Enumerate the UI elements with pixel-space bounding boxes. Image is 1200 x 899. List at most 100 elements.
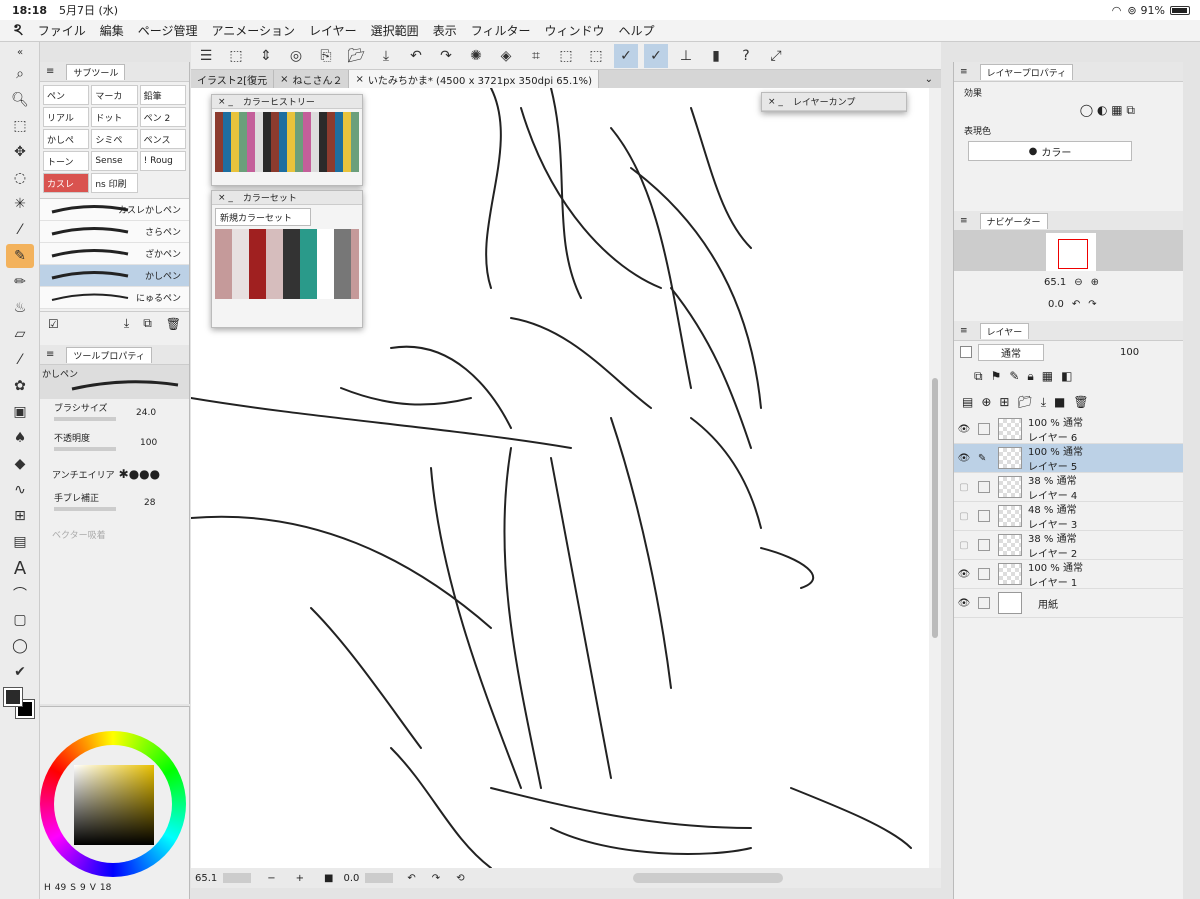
crop-icon[interactable]: ⬚ <box>584 44 608 68</box>
delete-layer-icon[interactable]: 🗑︎ <box>1073 395 1088 409</box>
clear-icon[interactable]: ✺ <box>464 44 488 68</box>
reset-rotate-icon[interactable]: ⟲ <box>456 873 464 884</box>
edit-target-checkbox[interactable] <box>978 568 990 580</box>
eye-icon[interactable]: 👁︎ <box>954 598 974 609</box>
brush-size-slider[interactable] <box>54 417 116 421</box>
brush-item[interactable]: にゅるペン <box>40 287 189 309</box>
subtool-group[interactable]: シミペ <box>91 129 138 149</box>
transform-selection-icon[interactable]: ⌗ <box>524 44 548 68</box>
eye-hidden-icon[interactable]: ▢ <box>954 511 974 522</box>
eye-icon[interactable]: 👁︎ <box>954 569 974 580</box>
ruler-icon[interactable]: ⊥ <box>674 44 698 68</box>
subtool-group[interactable]: Sense <box>91 151 138 171</box>
color-mode-select[interactable]: ● カラー <box>968 141 1132 161</box>
open-icon[interactable]: 📂︎ <box>344 44 368 68</box>
airbrush-icon[interactable]: ♨ <box>6 296 34 320</box>
collapse-icon[interactable]: « <box>6 44 34 60</box>
new-vector-icon[interactable]: ⊞ <box>999 395 1009 409</box>
clip-icon[interactable]: ◎ <box>284 44 308 68</box>
app-logo-icon[interactable]: ঽ <box>14 17 23 44</box>
horizontal-scrollbar[interactable] <box>632 873 783 883</box>
layer-menu-icon[interactable]: ▤ <box>962 395 973 409</box>
antialias-options[interactable]: ✱●●● <box>119 467 160 481</box>
grip-icon[interactable]: ≡ <box>960 326 968 336</box>
tab-illust2[interactable]: イラスト2[復元 <box>191 70 275 88</box>
brush-item[interactable]: カスレかしペン <box>40 199 189 221</box>
menu-layer[interactable]: レイヤー <box>309 22 357 39</box>
edit-target-checkbox[interactable] <box>978 597 990 609</box>
menu-animation[interactable]: アニメーション <box>212 22 296 39</box>
lasso-icon[interactable]: ◌ <box>6 166 34 190</box>
mask-add-icon[interactable]: ■ <box>1054 395 1065 409</box>
blend-icon[interactable]: ♠ <box>6 426 34 450</box>
close-icon[interactable]: × <box>280 74 288 85</box>
smartphone-icon[interactable]: ▮ <box>704 44 728 68</box>
fullscreen-icon[interactable]: ⤢ <box>764 44 788 68</box>
subtool-group[interactable]: ペン <box>43 85 90 105</box>
brush-item[interactable]: ざかペン <box>40 243 189 265</box>
opacity-slider[interactable] <box>54 447 116 451</box>
brush-icon[interactable]: ⁄ <box>6 348 34 372</box>
pen-tool-icon[interactable]: ✎ <box>6 244 34 268</box>
eyedropper-icon[interactable]: ⁄ <box>6 218 34 242</box>
layer-row[interactable]: ▢ 38 % 通常 レイヤー 4 <box>954 473 1183 502</box>
eye-icon[interactable]: 👁︎ <box>954 453 974 464</box>
undo-icon[interactable]: ↶ <box>404 44 428 68</box>
tool-property-tab[interactable]: ツールプロパティ <box>66 346 152 363</box>
deselect-icon[interactable]: ⬚ <box>554 44 578 68</box>
edit-target-checkbox[interactable] <box>978 510 990 522</box>
layer-row[interactable]: ▢ 48 % 通常 レイヤー 3 <box>954 502 1183 531</box>
grip-icon[interactable]: ≡ <box>960 216 968 226</box>
color-history-grid[interactable] <box>215 112 359 172</box>
object-icon[interactable]: ⬚ <box>6 114 34 138</box>
subtool-group-selected[interactable]: カスレ <box>43 173 90 193</box>
rotate-right-icon[interactable]: ↷ <box>1088 299 1096 310</box>
new-folder-icon[interactable]: 📁︎ <box>1017 395 1032 409</box>
merge-icon[interactable]: ⤓ <box>1041 395 1046 410</box>
help-icon[interactable]: ? <box>734 44 758 68</box>
grip-icon[interactable]: ≡ <box>46 349 54 360</box>
frame-icon[interactable]: ▢ <box>6 608 34 632</box>
fill-icon[interactable]: ◆ <box>6 452 34 476</box>
brush-item-selected[interactable]: かしペン <box>40 265 189 287</box>
brush-item[interactable]: さらペン <box>40 221 189 243</box>
stabilization-slider[interactable] <box>54 507 116 511</box>
new-file-icon[interactable]: ⎘ <box>314 44 338 68</box>
navigator-preview[interactable] <box>954 231 1183 271</box>
menu-filter[interactable]: フィルター <box>471 22 531 39</box>
drawing-canvas[interactable]: × _ カラーヒストリー × _ カラーセット 新規カラーセット × _ レイヤーカン… <box>191 88 929 868</box>
blend-mode-select[interactable]: 通常 <box>978 343 1044 361</box>
layer-row[interactable]: ▢ 38 % 通常 レイヤー 2 <box>954 531 1183 560</box>
lock-transparent-icon[interactable]: ▦ <box>1042 369 1053 383</box>
menu-selection[interactable]: 選択範囲 <box>371 22 419 39</box>
rotate-left-icon[interactable]: ↶ <box>407 873 415 884</box>
pen-mode-icon[interactable]: ✓ <box>614 43 638 68</box>
menu-view[interactable]: 表示 <box>433 22 457 39</box>
move-icon[interactable]: ✥ <box>6 140 34 164</box>
brush-size-row[interactable]: ブラシサイズ 24.0 <box>40 399 189 429</box>
navigator-tab[interactable]: ナビゲーター <box>979 212 1048 229</box>
decoration-icon[interactable]: ✿ <box>6 374 34 398</box>
subtool-group[interactable]: 鉛筆 <box>139 85 186 105</box>
effect-buttons[interactable]: ◯ ◐ ▦ ⧉ <box>954 103 1183 118</box>
magic-wand-icon[interactable]: ✳ <box>6 192 34 216</box>
zoom-in-icon[interactable]: ⊕ <box>1091 277 1099 288</box>
gradient-icon[interactable]: ▤ <box>6 530 34 554</box>
menu-edit[interactable]: 編集 <box>100 22 124 39</box>
color-set-dropdown[interactable]: 新規カラーセット <box>215 208 311 226</box>
redo-icon[interactable]: ↷ <box>434 44 458 68</box>
subtool-group[interactable]: ペンス <box>139 129 186 149</box>
trash-icon[interactable]: 🗑︎ <box>166 317 181 331</box>
edit-target-checkbox[interactable] <box>978 423 990 435</box>
vector-icon[interactable]: ∿ <box>6 478 34 502</box>
menu-file[interactable]: ファイル <box>38 22 86 39</box>
layer-row-selected[interactable]: 👁︎ ✎ 100 % 通常 レイヤー 5 <box>954 444 1183 473</box>
zoom-icon[interactable]: 🔍︎ <box>6 88 34 112</box>
color-wheel[interactable] <box>40 731 190 877</box>
perspective-icon[interactable]: ⊞ <box>6 504 34 528</box>
menu-icon[interactable]: ☰ <box>194 44 218 68</box>
text-icon[interactable]: A <box>6 556 34 580</box>
tab-neko[interactable]: × ねこさん２ <box>274 70 350 88</box>
fill-selection-icon[interactable]: ◈ <box>494 44 518 68</box>
grip-icon[interactable]: ≡ <box>46 66 54 77</box>
